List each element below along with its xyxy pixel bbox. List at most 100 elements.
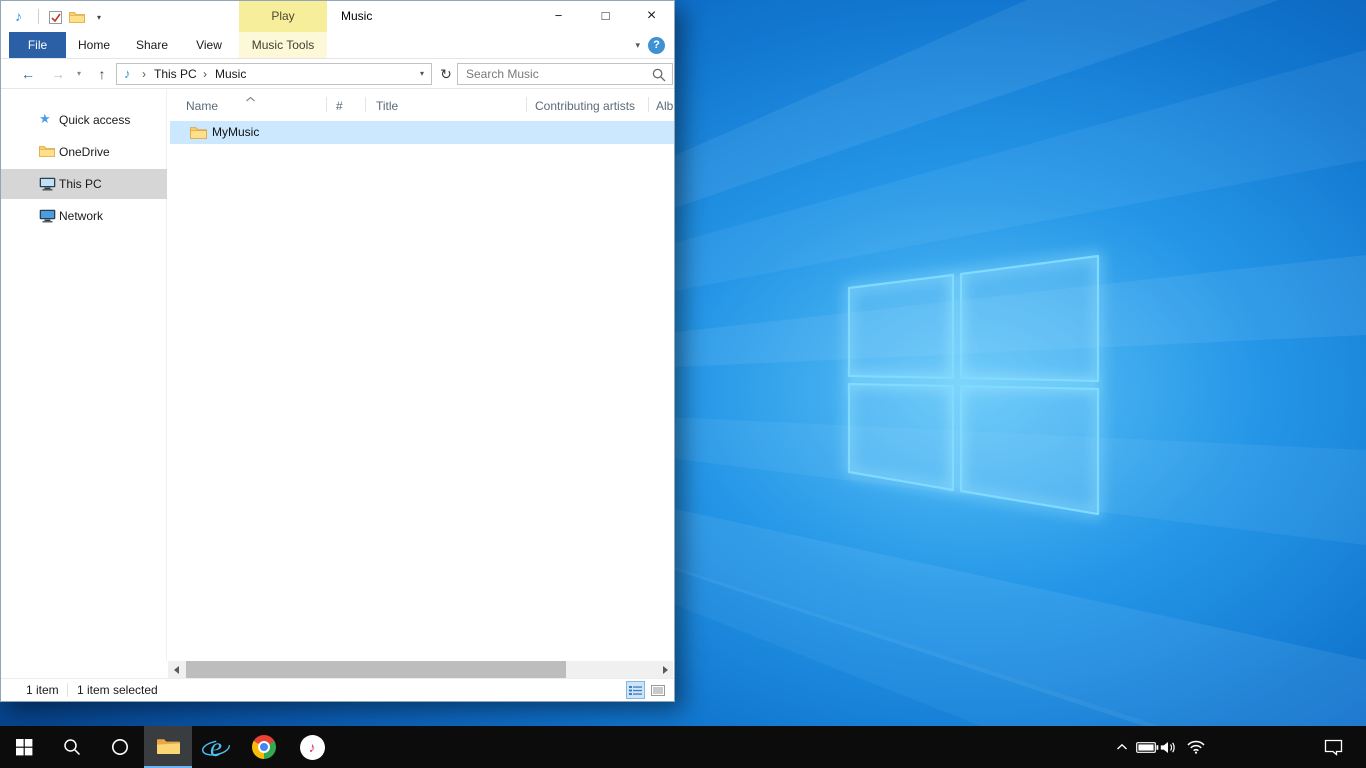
tray-show-hidden-icons-button[interactable] <box>1109 726 1135 768</box>
sidebar-item-label: This PC <box>59 169 102 199</box>
breadcrumb-this-pc[interactable]: This PC <box>154 64 197 84</box>
refresh-button[interactable]: ↻ <box>435 63 457 85</box>
maximize-button[interactable]: □ <box>582 1 629 32</box>
column-divider <box>648 97 649 112</box>
scroll-left-arrow-icon[interactable] <box>168 661 185 678</box>
file-list: Name # Title Contributing artists Alb My… <box>168 90 674 661</box>
details-view-icon <box>629 685 642 696</box>
address-music-note-icon: ♪ <box>124 66 131 81</box>
music-note-icon: ♪ <box>15 8 22 24</box>
sidebar-item-onedrive[interactable]: OneDrive <box>1 137 167 167</box>
forward-button[interactable]: → <box>45 59 71 89</box>
tab-view[interactable]: View <box>182 32 236 58</box>
file-row-mymusic[interactable]: MyMusic <box>170 121 674 144</box>
divider <box>67 683 68 697</box>
column-header-number[interactable]: # <box>336 99 343 113</box>
status-bar: 1 item 1 item selected <box>1 678 674 701</box>
star-icon: ★ <box>39 111 56 126</box>
file-explorer-icon <box>156 737 181 756</box>
wifi-icon <box>1187 740 1205 754</box>
title-bar[interactable]: ♪ ▾ Play Music − □ × <box>1 1 674 32</box>
chrome-icon <box>252 735 276 759</box>
horizontal-scrollbar[interactable] <box>168 661 673 678</box>
column-header-name[interactable]: Name <box>186 99 218 113</box>
address-bar[interactable]: ♪ › This PC › Music ▾ <box>116 63 432 85</box>
tab-file[interactable]: File <box>9 32 66 58</box>
sidebar-item-label: OneDrive <box>59 137 110 167</box>
sidebar-item-label: Network <box>59 201 103 231</box>
sidebar-item-network[interactable]: Network <box>1 201 167 231</box>
action-center-icon <box>1324 739 1343 756</box>
folder-icon <box>190 126 207 142</box>
search-icon <box>652 68 666 85</box>
column-divider <box>326 97 327 112</box>
breadcrumb-music[interactable]: Music <box>215 64 246 84</box>
taskbar: e ♪ <box>0 726 1366 768</box>
column-header-contributing-artists[interactable]: Contributing artists <box>535 99 635 113</box>
sort-ascending-icon <box>245 91 256 105</box>
tray-volume-button[interactable] <box>1155 726 1181 768</box>
column-divider <box>365 97 366 112</box>
selection-count: 1 item selected <box>77 683 158 697</box>
ie-ring <box>201 739 231 757</box>
checkbox-icon <box>49 11 62 24</box>
back-button[interactable]: ← <box>13 59 43 89</box>
onedrive-folder-icon <box>39 145 56 160</box>
window-body: ★ Quick access OneDrive This PC <box>1 90 674 661</box>
column-header-row: Name # Title Contributing artists Alb <box>168 90 674 118</box>
search-box[interactable] <box>457 63 673 85</box>
music-app-icon: ♪ <box>300 735 325 760</box>
network-icon <box>39 209 56 224</box>
cortana-button[interactable] <box>96 726 144 768</box>
cortana-circle-icon <box>111 738 129 756</box>
taskbar-internet-explorer-button[interactable]: e <box>192 726 240 768</box>
ribbon-tab-strip: File Home Share View Music Tools ▾ ? <box>1 32 674 59</box>
scrollbar-thumb[interactable] <box>186 661 566 678</box>
navigation-pane: ★ Quick access OneDrive This PC <box>1 90 167 661</box>
column-header-title[interactable]: Title <box>376 99 398 113</box>
sidebar-item-this-pc[interactable]: This PC <box>1 169 167 199</box>
music-note-glyph: ♪ <box>309 739 316 755</box>
internet-explorer-icon: e <box>201 732 231 762</box>
taskbar-search-button[interactable] <box>48 726 96 768</box>
tab-home[interactable]: Home <box>66 32 122 58</box>
qat-customize-chevron-icon[interactable]: ▾ <box>89 7 109 27</box>
sidebar-item-label: Quick access <box>59 105 130 135</box>
windows-start-icon <box>16 739 33 756</box>
taskbar-file-explorer-button[interactable] <box>144 726 192 768</box>
up-button[interactable]: ↑ <box>89 59 115 89</box>
item-count: 1 item <box>26 683 59 697</box>
start-button[interactable] <box>0 726 48 768</box>
tab-share[interactable]: Share <box>122 32 182 58</box>
explorer-window: ♪ ▾ Play Music − □ × File Home Share Vie… <box>0 0 675 702</box>
folder-icon <box>69 11 85 23</box>
taskbar-chrome-button[interactable] <box>240 726 288 768</box>
tab-music-tools[interactable]: Music Tools <box>239 32 327 58</box>
computer-icon <box>39 177 56 192</box>
qat-properties-button[interactable] <box>45 7 65 27</box>
details-view-button[interactable] <box>626 681 645 699</box>
column-header-album[interactable]: Alb <box>656 99 673 113</box>
breadcrumb-chevron-icon[interactable]: › <box>142 64 146 84</box>
scroll-right-arrow-icon[interactable] <box>656 661 673 678</box>
close-button[interactable]: × <box>629 1 674 32</box>
search-input[interactable] <box>458 64 672 84</box>
recent-locations-chevron-icon[interactable]: ▾ <box>71 59 87 89</box>
address-dropdown-chevron-icon[interactable]: ▾ <box>420 64 424 84</box>
taskbar-music-app-button[interactable]: ♪ <box>288 726 336 768</box>
file-name: MyMusic <box>212 121 259 144</box>
tray-network-button[interactable] <box>1183 726 1209 768</box>
action-center-button[interactable] <box>1320 726 1346 768</box>
qat-new-folder-button[interactable] <box>67 7 87 27</box>
large-icons-view-button[interactable] <box>648 681 667 699</box>
chevron-up-icon <box>1116 743 1128 751</box>
window-title: Music <box>341 1 372 32</box>
expand-ribbon-chevron-icon[interactable]: ▾ <box>635 40 640 51</box>
breadcrumb-chevron-icon[interactable]: › <box>203 64 207 84</box>
help-button[interactable]: ? <box>648 37 665 54</box>
minimize-button[interactable]: − <box>535 1 582 32</box>
search-icon <box>63 738 81 756</box>
sidebar-item-quick-access[interactable]: ★ Quick access <box>1 105 167 135</box>
divider <box>38 9 39 24</box>
contextual-group-play[interactable]: Play <box>239 1 327 32</box>
